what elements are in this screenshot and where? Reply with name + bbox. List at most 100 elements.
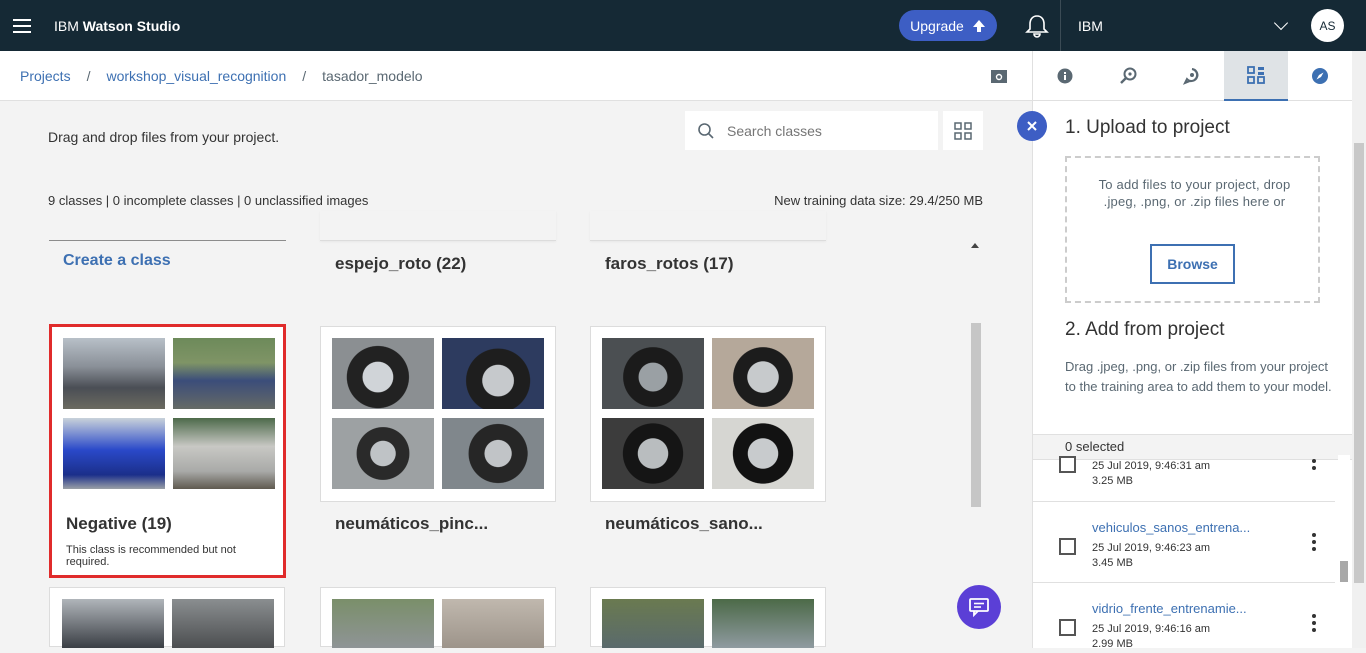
app-title[interactable]: IBM Watson Studio — [54, 18, 180, 34]
thumbnail-image — [602, 418, 704, 489]
class-stats: 9 classes | 0 incomplete classes | 0 unc… — [48, 193, 369, 208]
account-name: IBM — [1078, 17, 1103, 34]
class-scrollbar-thumb[interactable] — [971, 323, 981, 507]
file-date: 25 Jul 2019, 9:46:16 am — [1092, 623, 1211, 635]
tab-search-model[interactable] — [1097, 51, 1161, 101]
file-size: 2.99 MB — [1092, 638, 1133, 650]
overflow-menu-icon[interactable] — [1312, 614, 1316, 632]
tab-explore[interactable] — [1288, 51, 1352, 101]
breadcrumb-separator: / — [86, 67, 91, 84]
scroll-up-icon[interactable] — [971, 243, 979, 248]
file-row[interactable]: vehiculos_sanos_entrena... 25 Jul 2019, … — [1033, 502, 1335, 583]
thumbnail-image — [63, 418, 165, 489]
drag-hint: Drag and drop files from your project. — [48, 129, 280, 145]
class-title: Negative (19) — [66, 514, 172, 533]
top-bar: IBM Watson Studio Upgrade IBM AS — [0, 0, 1366, 51]
training-data-size: New training data size: 29.4/250 MB — [774, 193, 983, 208]
thumbnail-image — [332, 418, 434, 489]
thumbnail-image — [442, 338, 544, 409]
search-model-icon — [1119, 67, 1137, 84]
data-icon — [1247, 66, 1266, 84]
thumbnail-image — [442, 599, 544, 648]
thumbnail-grid — [332, 338, 544, 489]
thumbnail-image — [173, 338, 275, 409]
upgrade-arrow-icon — [972, 19, 985, 32]
file-date: 25 Jul 2019, 9:46:31 am — [1092, 460, 1211, 472]
class-title: espejo_roto (22) — [335, 254, 467, 273]
breadcrumb-projects[interactable]: Projects — [20, 68, 71, 84]
search-input[interactable] — [727, 122, 917, 139]
breadcrumb-separator: / — [302, 67, 307, 84]
class-title: neumáticos_sano... — [605, 514, 763, 533]
screenshot-icon[interactable] — [990, 68, 1008, 84]
overflow-menu-icon[interactable] — [1312, 533, 1316, 551]
breadcrumb: Projects / workshop_visual_recognition /… — [0, 51, 1032, 101]
class-card-neumaticos-pinchados[interactable]: neumáticos_pinc... — [320, 326, 556, 533]
thumbnail-image — [173, 418, 275, 489]
dropzone-text: To add files to your project, drop .jpeg… — [1098, 177, 1291, 209]
class-card[interactable] — [320, 587, 556, 648]
class-card-negative[interactable]: Negative (19) This class is recommended … — [49, 324, 286, 578]
data-panel: 1. Upload to project To add files to you… — [1032, 101, 1353, 650]
search-classes[interactable] — [685, 111, 938, 150]
chevron-down-icon — [1273, 15, 1289, 31]
thumbnail-image — [712, 418, 814, 489]
search-icon — [698, 122, 714, 139]
chat-icon — [969, 598, 989, 617]
create-class-link[interactable]: Create a class — [63, 252, 171, 270]
thumbnail-grid — [63, 338, 275, 489]
thumbnail-image — [62, 599, 164, 648]
file-checkbox[interactable] — [1059, 456, 1076, 473]
breadcrumb-current: tasador_modelo — [322, 67, 423, 84]
class-card-espejo-roto[interactable] — [320, 211, 556, 241]
add-from-project-text: Drag .jpeg, .png, or .zip files from you… — [1065, 359, 1332, 394]
notification-bell-icon[interactable] — [1022, 13, 1052, 39]
chat-button[interactable] — [957, 585, 1001, 629]
class-workspace: Drag and drop files from your project. 9… — [0, 101, 1032, 648]
thumbnail-image — [712, 338, 814, 409]
right-panel-tabs — [1032, 51, 1352, 101]
class-title: neumáticos_pinc... — [335, 514, 489, 533]
panel-scrollbar-thumb[interactable] — [1354, 143, 1364, 583]
browse-button[interactable]: Browse — [1150, 244, 1235, 284]
upload-heading: 1. Upload to project — [1065, 117, 1230, 138]
file-row[interactable]: 25 Jul 2019, 9:46:31 am 3.25 MB — [1033, 456, 1335, 502]
create-class-card[interactable] — [49, 211, 286, 241]
thumbnail-image — [172, 599, 274, 648]
tab-info[interactable] — [1033, 51, 1097, 101]
class-card-neumaticos-sanos[interactable]: neumáticos_sano... — [590, 326, 826, 533]
account-switcher[interactable]: IBM — [1060, 0, 1300, 51]
class-card[interactable] — [49, 587, 285, 648]
file-name[interactable]: vehiculos_sanos_entrena... — [1092, 520, 1250, 535]
thumbnail-image — [442, 418, 544, 489]
file-list-scrollbar-thumb[interactable] — [1340, 561, 1348, 582]
file-name[interactable]: vidrio_frente_entrenamie... — [1092, 601, 1247, 616]
file-row[interactable]: vidrio_frente_entrenamie... 25 Jul 2019,… — [1033, 583, 1335, 653]
file-size: 3.45 MB — [1092, 557, 1133, 569]
file-checkbox[interactable] — [1059, 538, 1076, 555]
tab-hook[interactable] — [1161, 51, 1225, 101]
thumbnail-image — [602, 599, 704, 648]
avatar[interactable]: AS — [1311, 9, 1344, 42]
file-checkbox[interactable] — [1059, 619, 1076, 636]
tab-data[interactable] — [1224, 51, 1289, 101]
file-list-scrollbar[interactable] — [1338, 455, 1350, 648]
compass-icon — [1312, 68, 1329, 84]
close-icon — [1027, 121, 1037, 131]
hamburger-menu-icon[interactable] — [0, 0, 44, 51]
overflow-menu-icon[interactable] — [1312, 459, 1316, 470]
grid-view-button[interactable] — [943, 111, 983, 150]
breadcrumb-project[interactable]: workshop_visual_recognition — [106, 68, 286, 84]
class-card-faros-rotos[interactable] — [590, 211, 826, 241]
thumbnail-image — [712, 599, 814, 648]
class-card[interactable] — [590, 587, 826, 648]
info-icon — [1057, 68, 1073, 84]
thumbnail-image — [63, 338, 165, 409]
thumbnail-image — [332, 599, 434, 648]
file-size: 3.25 MB — [1092, 475, 1133, 487]
close-panel-button[interactable] — [1017, 111, 1047, 141]
file-date: 25 Jul 2019, 9:46:23 am — [1092, 542, 1211, 554]
upload-dropzone[interactable]: To add files to your project, drop .jpeg… — [1065, 156, 1320, 303]
selected-count: 0 selected — [1033, 434, 1353, 460]
upgrade-button[interactable]: Upgrade — [899, 10, 997, 41]
